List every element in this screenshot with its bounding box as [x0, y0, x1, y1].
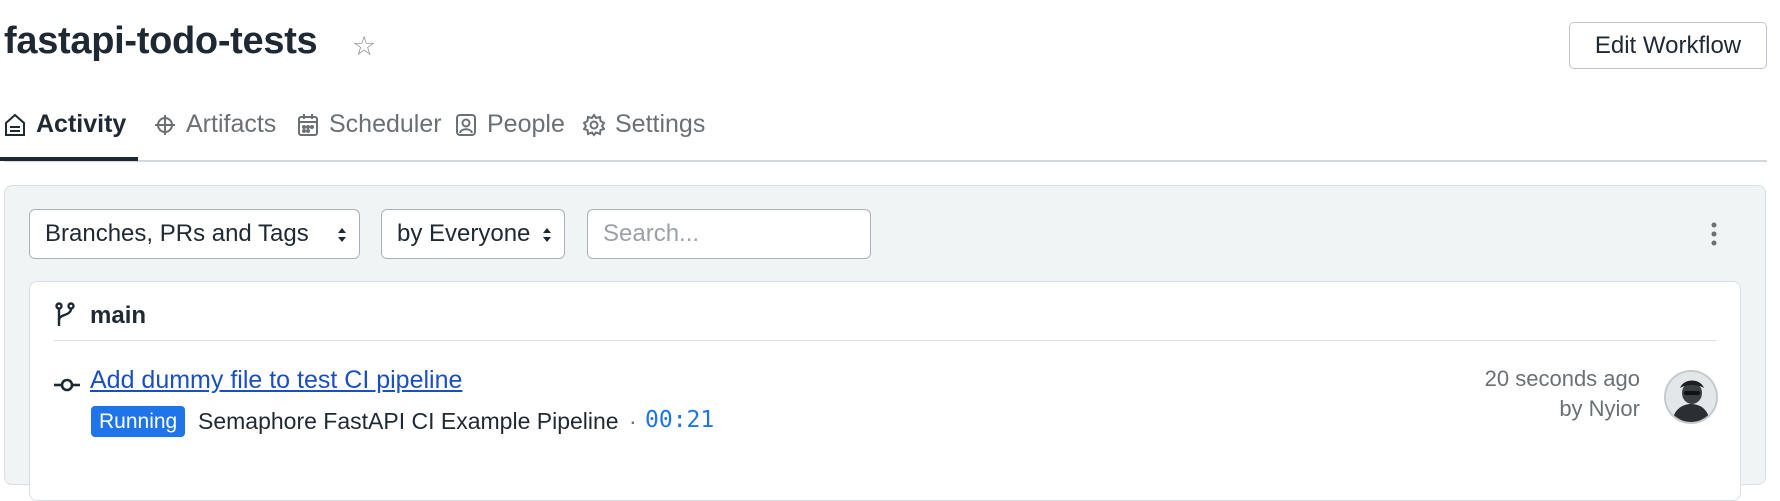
scope-select-value: Branches, PRs and Tags	[45, 220, 309, 247]
author-label: by Nyior	[1559, 396, 1640, 421]
status-badge: Running	[91, 406, 186, 437]
pipeline-duration: 00:21	[645, 407, 715, 433]
star-icon[interactable]: ☆	[352, 31, 376, 62]
time-ago: 20 seconds ago	[1484, 366, 1640, 391]
commit-icon	[54, 378, 80, 392]
gear-icon	[583, 113, 605, 137]
avatar[interactable]	[1664, 370, 1718, 424]
tab-artifacts-label: Artifacts	[186, 110, 277, 138]
commit-message-link[interactable]: Add dummy file to test CI pipeline	[90, 366, 462, 395]
tab-scheduler[interactable]: Scheduler	[297, 110, 442, 158]
tab-settings[interactable]: Settings	[583, 110, 705, 158]
home-icon	[5, 113, 25, 136]
page-header: fastapi-todo-tests ☆ Edit Workflow	[4, 14, 1780, 74]
calendar-icon	[298, 114, 318, 136]
author-select-value: by Everyone	[397, 220, 531, 247]
branch-row: main	[54, 298, 1716, 341]
branch-card: main Add dummy file to test CI pipeline …	[29, 281, 1741, 501]
activity-panel: Branches, PRs and Tags by Everyone main …	[4, 185, 1766, 501]
search-input[interactable]	[587, 209, 871, 259]
artifacts-icon	[155, 115, 175, 135]
user-avatar-icon	[1666, 372, 1716, 422]
edit-workflow-button[interactable]: Edit Workflow	[1569, 22, 1767, 69]
select-arrows-icon	[543, 228, 551, 242]
branch-icon	[55, 302, 75, 326]
tab-people-label: People	[487, 110, 565, 138]
tab-activity-label: Activity	[36, 110, 127, 138]
pipeline-name[interactable]: Semaphore FastAPI CI Example Pipeline	[198, 408, 619, 435]
more-options-icon[interactable]	[1711, 222, 1717, 246]
separator: ·	[629, 408, 637, 434]
branch-name[interactable]: main	[90, 302, 146, 330]
author-select[interactable]: by Everyone	[381, 209, 565, 259]
page-title: fastapi-todo-tests	[4, 20, 318, 62]
person-icon	[456, 114, 476, 136]
tab-activity[interactable]: Activity	[0, 110, 139, 161]
tab-scheduler-label: Scheduler	[329, 110, 442, 138]
scope-select[interactable]: Branches, PRs and Tags	[29, 209, 360, 259]
select-arrows-icon	[338, 228, 346, 242]
tab-people[interactable]: People	[455, 110, 565, 158]
tab-settings-label: Settings	[615, 110, 706, 138]
tab-bar: Activity Artifacts Scheduler People Sett…	[0, 96, 1767, 162]
tab-artifacts[interactable]: Artifacts	[154, 110, 276, 158]
